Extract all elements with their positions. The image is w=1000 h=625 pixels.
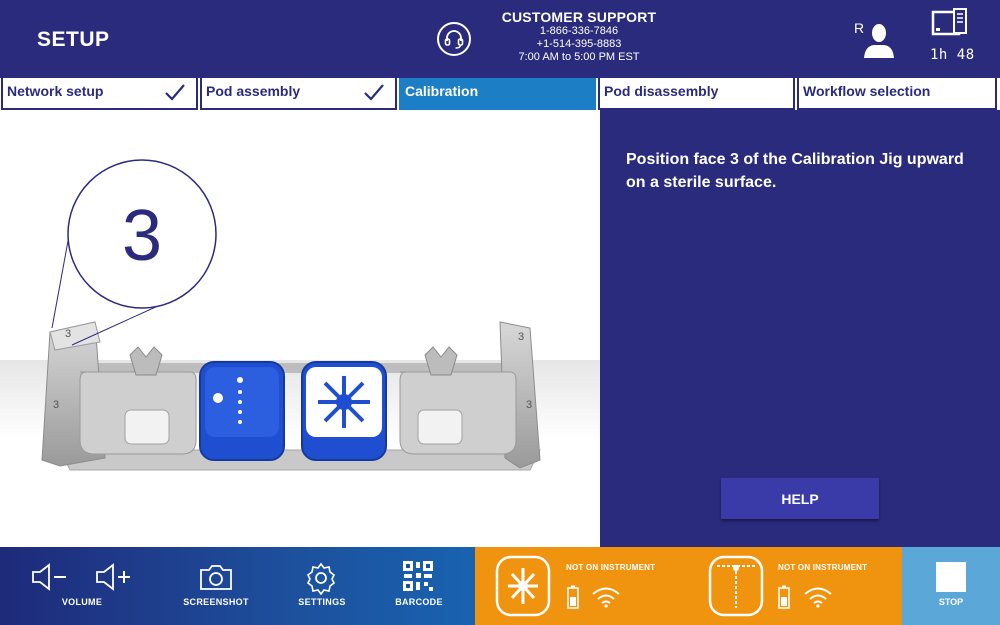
step-pod-disassembly[interactable]: Pod disassembly (598, 78, 795, 110)
step-workflow-selection[interactable]: Workflow selection (797, 78, 997, 110)
step-label: Calibration (405, 83, 479, 99)
checkmark-icon (364, 84, 384, 101)
step-pod-assembly[interactable]: Pod assembly (200, 78, 397, 110)
checkmark-icon (165, 84, 185, 101)
session-timer: 1h 48 (930, 47, 975, 63)
customer-support: CUSTOMER SUPPORT 1-866-336-7846 +1-514-3… (494, 9, 664, 64)
stop-icon (936, 562, 966, 592)
face-number: 3 (122, 196, 162, 276)
page-title: SETUP (37, 28, 110, 51)
workflow-steps: Network setup Pod assembly Calibration P… (0, 78, 1000, 110)
support-hours: 7:00 AM to 5:00 PM EST (518, 51, 640, 63)
volume-up-icon[interactable] (94, 562, 134, 592)
jig-face-mark: 3 (518, 331, 524, 343)
tools-section: VOLUME SCREENSHOT SETTINGS BARCODE (0, 547, 475, 625)
device-icon[interactable] (930, 8, 970, 42)
step-label: Pod disassembly (604, 83, 719, 99)
volume-label: VOLUME (61, 597, 103, 607)
headset-icon[interactable] (437, 22, 471, 56)
instruction-panel: Position face 3 of the Calibration Jig u… (600, 110, 1000, 547)
jig-face-mark: 3 (53, 399, 59, 411)
jig-face-mark: 3 (526, 399, 532, 411)
screenshot-label: SCREENSHOT (183, 597, 249, 607)
user-icon[interactable] (852, 20, 898, 60)
step-label: Network setup (7, 83, 104, 99)
help-button[interactable]: HELP (721, 478, 879, 519)
header: SETUP CUSTOMER SUPPORT 1-866-336-7846 +1… (0, 0, 1000, 78)
bottom-toolbar: VOLUME SCREENSHOT SETTINGS BARCODE NOT O… (0, 547, 1000, 625)
barcode-label: BARCODE (395, 597, 443, 607)
qr-code-icon (403, 561, 433, 591)
wifi-icon (592, 587, 620, 608)
battery-icon (567, 585, 579, 609)
wifi-icon (804, 587, 832, 608)
stop-label: STOP (938, 597, 964, 607)
camera-icon (200, 565, 232, 590)
barcode-button[interactable]: BARCODE (388, 547, 450, 625)
gear-icon (306, 562, 336, 595)
settings-button[interactable]: SETTINGS (290, 547, 354, 625)
pod-arrows-icon (495, 555, 551, 617)
step-label: Workflow selection (803, 83, 931, 99)
instruction-text: Position face 3 of the Calibration Jig u… (626, 151, 964, 191)
pod-1-status: NOT ON INSTRUMENT (566, 563, 656, 572)
screenshot-button[interactable]: SCREENSHOT (180, 547, 252, 625)
pod-status-section: NOT ON INSTRUMENT NOT ON INSTRUMENT (475, 547, 902, 625)
battery-icon (778, 585, 790, 609)
volume-control: VOLUME (22, 547, 142, 625)
support-phone-2: +1-514-395-8883 (536, 38, 622, 50)
stop-button[interactable]: STOP (902, 547, 1000, 625)
support-phone-1: 1-866-336-7846 (539, 25, 619, 37)
calibration-illustration: 3 3 3 3 3 (0, 110, 600, 547)
step-network-setup[interactable]: Network setup (1, 78, 198, 110)
pod-2-status: NOT ON INSTRUMENT (778, 563, 868, 572)
pod-flexion-icon (708, 555, 764, 617)
step-label: Pod assembly (206, 83, 301, 99)
support-title: CUSTOMER SUPPORT (501, 9, 657, 25)
step-calibration[interactable]: Calibration (399, 78, 596, 110)
settings-label: SETTINGS (298, 597, 346, 607)
volume-down-icon[interactable] (30, 562, 70, 592)
jig-face-mark: 3 (65, 328, 71, 340)
calibration-jig-image: 3 3 3 3 3 (0, 159, 600, 471)
